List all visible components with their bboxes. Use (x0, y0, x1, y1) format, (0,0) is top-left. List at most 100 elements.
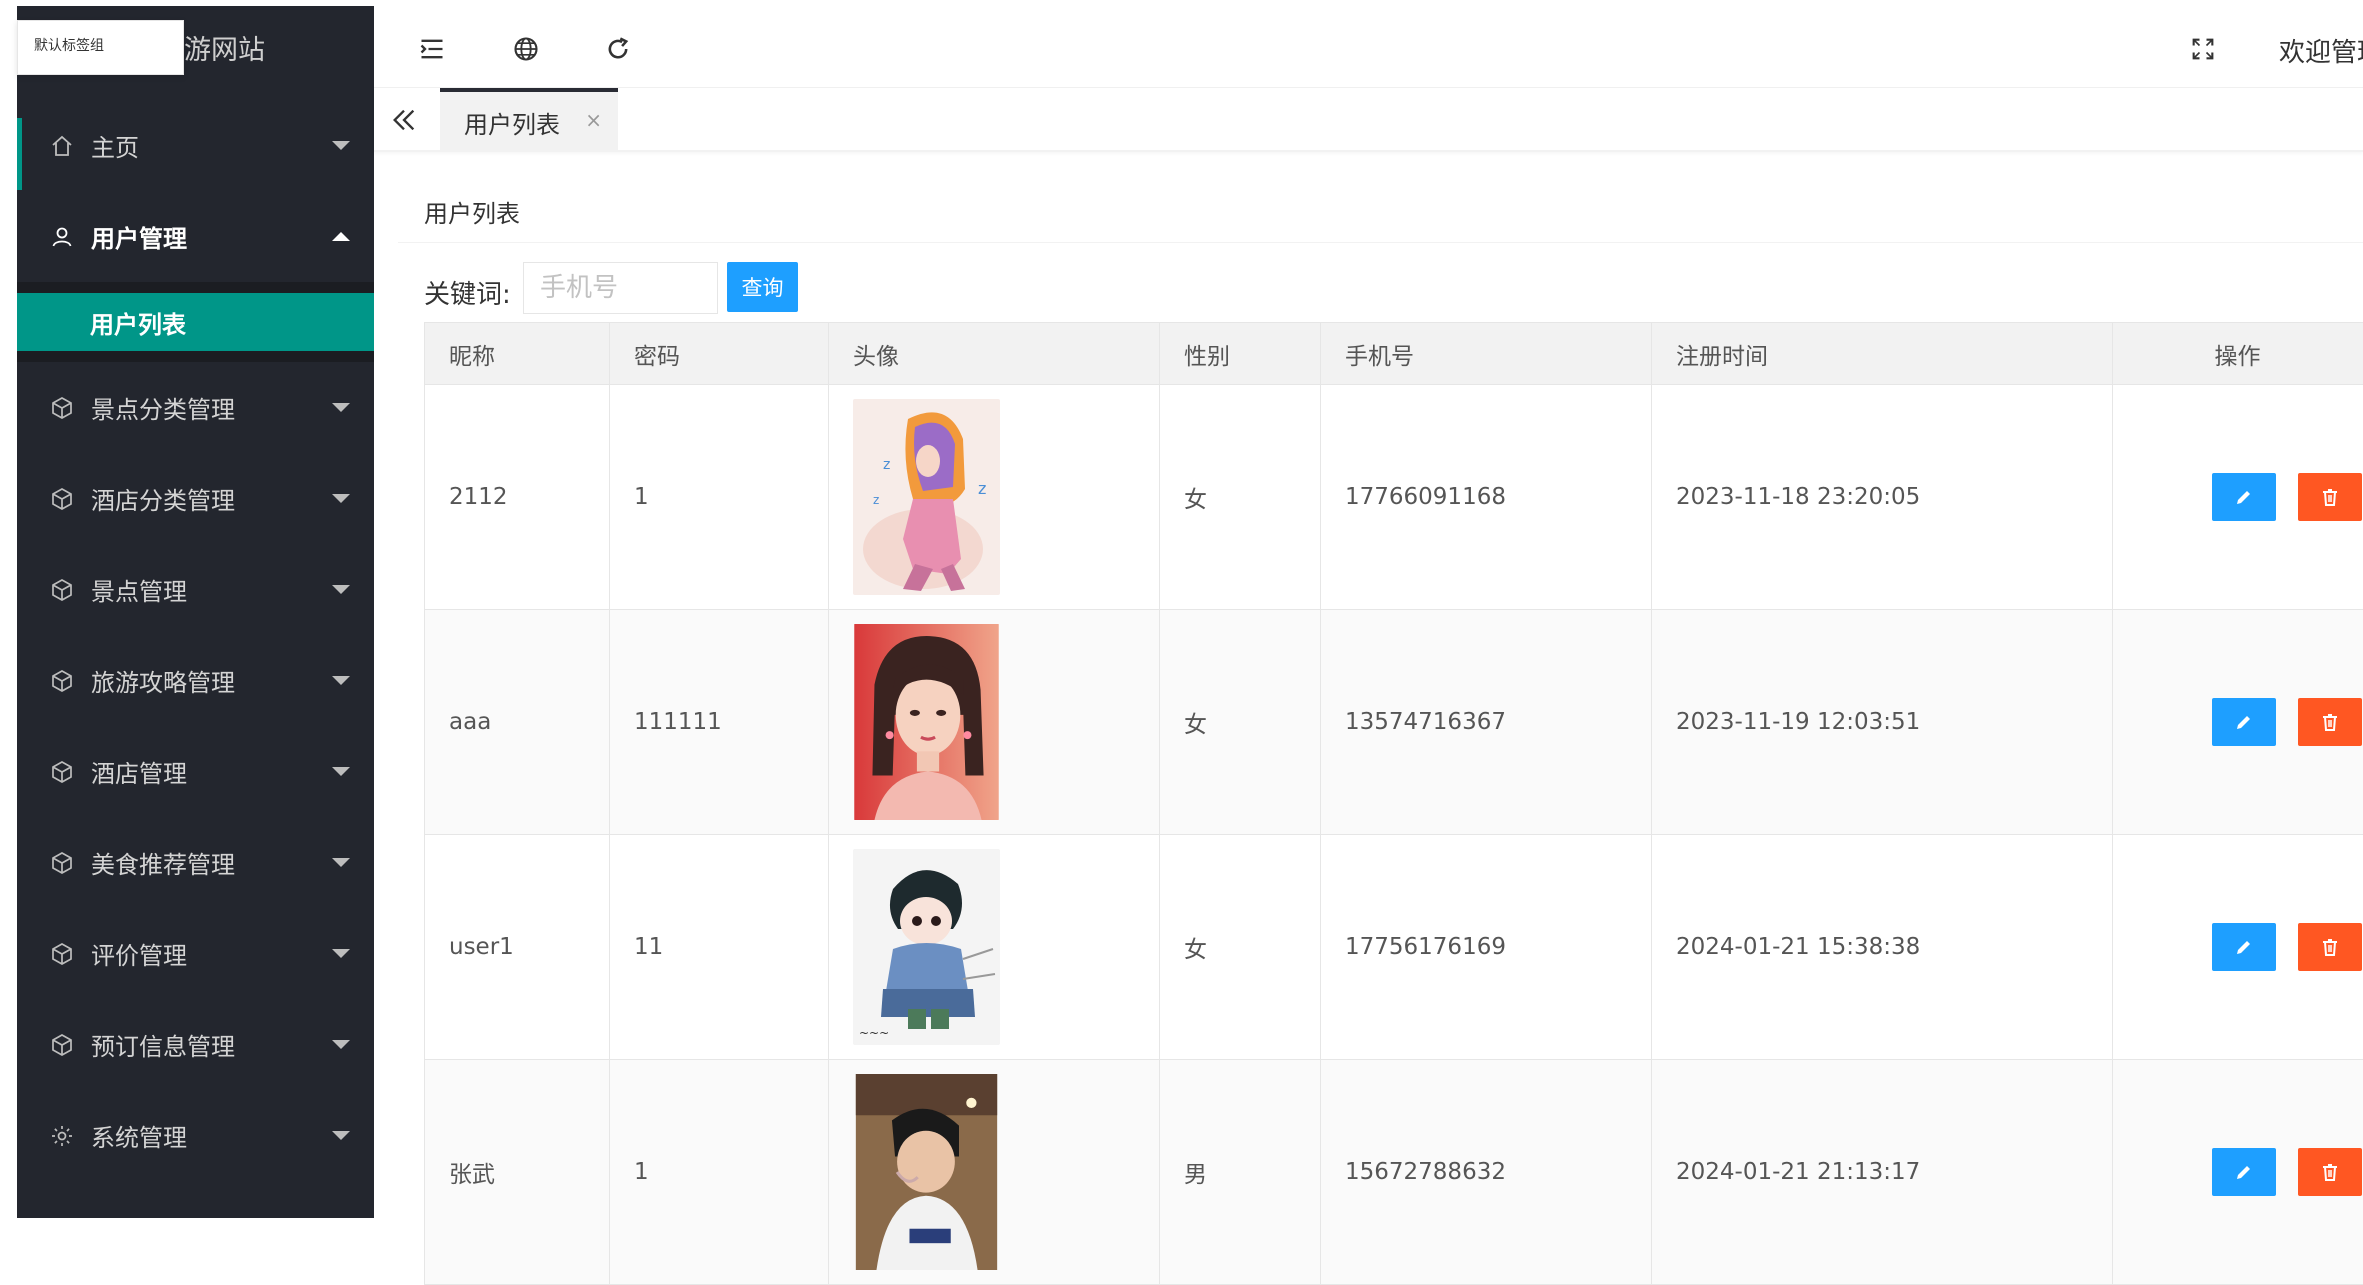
box-icon (49, 1032, 75, 1058)
cell-phone: 13574716367 (1321, 610, 1652, 835)
refresh-button[interactable] (600, 31, 636, 67)
cell-gender: 女 (1160, 385, 1321, 610)
cell-password: 111111 (610, 610, 829, 835)
cell-password: 1 (610, 1060, 829, 1285)
delete-button[interactable] (2298, 923, 2362, 971)
delete-button[interactable] (2298, 698, 2362, 746)
edit-button[interactable] (2212, 698, 2276, 746)
chevron-down-icon (332, 585, 350, 594)
cell-register-time: 2023-11-18 23:20:05 (1652, 385, 2113, 610)
sidebar-item-hotel-category[interactable]: 酒店分类管理 (17, 453, 374, 544)
sidebar-item-booking-management[interactable]: 预订信息管理 (17, 999, 374, 1090)
cell-actions (2113, 610, 2363, 835)
chevron-down-icon (332, 494, 350, 503)
cell-actions (2113, 1060, 2363, 1285)
tab-scroll-left-button[interactable] (388, 104, 420, 136)
chevron-down-icon (332, 858, 350, 867)
pencil-icon (2234, 937, 2254, 957)
cell-nickname: aaa (425, 610, 610, 835)
cell-register-time: 2024-01-21 15:38:38 (1652, 835, 2113, 1060)
cell-gender: 男 (1160, 1060, 1321, 1285)
sidebar-item-travel-guide[interactable]: 旅游攻略管理 (17, 635, 374, 726)
refresh-icon (604, 35, 632, 63)
cell-phone: 15672788632 (1321, 1060, 1652, 1285)
cell-actions (2113, 385, 2363, 610)
edit-button[interactable] (2212, 473, 2276, 521)
sidebar-subitem-user-list[interactable]: 用户列表 (17, 293, 374, 351)
column-header-gender[interactable]: 性别 (1160, 323, 1321, 385)
svg-text:z: z (873, 493, 879, 507)
cell-gender: 女 (1160, 835, 1321, 1060)
cell-avatar: z z z (829, 385, 1160, 610)
globe-icon (512, 35, 540, 63)
sidebar-item-label: 酒店管理 (91, 754, 187, 789)
sidebar-item-system-management[interactable]: 系统管理 (17, 1090, 374, 1181)
gear-icon (49, 1123, 75, 1149)
row-actions (2137, 923, 2362, 971)
sidebar-item-review-management[interactable]: 评价管理 (17, 908, 374, 999)
column-header-password[interactable]: 密码 (610, 323, 829, 385)
column-header-nickname[interactable]: 昵称 (425, 323, 610, 385)
column-header-actions[interactable]: 操作 (2113, 323, 2363, 385)
indent-icon (418, 35, 446, 63)
sidebar-menu: 主页 用户管理 用户列表 景点分类管理 酒店分类管理 (17, 100, 374, 1181)
box-icon (49, 759, 75, 785)
chevron-down-icon (332, 676, 350, 685)
search-label: 关键词: (424, 274, 511, 311)
pencil-icon (2234, 712, 2254, 732)
box-icon (49, 668, 75, 694)
close-icon[interactable]: × (585, 108, 602, 132)
sidebar-item-label: 评价管理 (91, 936, 187, 971)
sidebar-item-scenic-management[interactable]: 景点管理 (17, 544, 374, 635)
cell-actions (2113, 835, 2363, 1060)
delete-button[interactable] (2298, 1148, 2362, 1196)
tab-user-list[interactable]: 用户列表 × (440, 88, 618, 152)
table-row: aaa 111111 (425, 610, 2363, 835)
user-icon (49, 224, 75, 250)
pencil-icon (2234, 487, 2254, 507)
sidebar-item-label: 旅游攻略管理 (91, 663, 235, 698)
home-icon (49, 133, 75, 159)
sidebar-item-label: 主页 (91, 128, 139, 163)
cell-avatar (829, 1060, 1160, 1285)
cell-register-time: 2023-11-19 12:03:51 (1652, 610, 2113, 835)
sidebar-item-hotel-management[interactable]: 酒店管理 (17, 726, 374, 817)
website-button[interactable] (508, 31, 544, 67)
double-chevron-left-icon (390, 106, 418, 134)
sidebar-item-food-recommendation[interactable]: 美食推荐管理 (17, 817, 374, 908)
user-table-wrapper: 昵称 密码 头像 性别 手机号 注册时间 操作 2112 1 (424, 322, 2363, 1285)
sidebar-item-home[interactable]: 主页 (17, 100, 374, 191)
welcome-admin[interactable]: 欢迎管理 (2279, 32, 2363, 69)
trash-icon (2320, 487, 2340, 507)
delete-button[interactable] (2298, 473, 2362, 521)
sidebar-item-label: 美食推荐管理 (91, 845, 235, 880)
tab-bar: 用户列表 × (374, 88, 2363, 152)
column-header-phone[interactable]: 手机号 (1321, 323, 1652, 385)
cell-phone: 17766091168 (1321, 385, 1652, 610)
sidebar-item-user-management[interactable]: 用户管理 (17, 191, 374, 282)
cell-password: 11 (610, 835, 829, 1060)
left-edge-strip (0, 0, 17, 1218)
tag-group-popup[interactable]: 默认标签组 (17, 20, 184, 75)
search-button[interactable]: 查询 (727, 262, 798, 312)
column-header-avatar[interactable]: 头像 (829, 323, 1160, 385)
svg-text:z: z (978, 479, 986, 498)
active-indicator (17, 118, 22, 190)
sidebar-item-label: 用户管理 (91, 219, 187, 254)
sidebar-item-label: 酒店分类管理 (91, 481, 235, 516)
sidebar-item-label: 景点管理 (91, 572, 187, 607)
fullscreen-icon (2189, 35, 2217, 63)
edit-button[interactable] (2212, 923, 2276, 971)
edit-button[interactable] (2212, 1148, 2276, 1196)
chevron-down-icon (332, 1131, 350, 1140)
main-content: 用户列表 关键词: 查询 昵称 密码 头像 性别 手机号 注册时间 操作 (398, 180, 2363, 1218)
cell-register-time: 2024-01-21 21:13:17 (1652, 1060, 2113, 1285)
column-header-register-time[interactable]: 注册时间 (1652, 323, 2113, 385)
row-actions (2137, 698, 2362, 746)
fullscreen-button[interactable] (2185, 31, 2221, 67)
menu-toggle-button[interactable] (414, 31, 450, 67)
avatar-image: ~~~ (853, 849, 1000, 1045)
phone-search-input[interactable] (523, 262, 718, 314)
avatar-image (853, 624, 1000, 820)
sidebar-item-scenic-category[interactable]: 景点分类管理 (17, 362, 374, 453)
